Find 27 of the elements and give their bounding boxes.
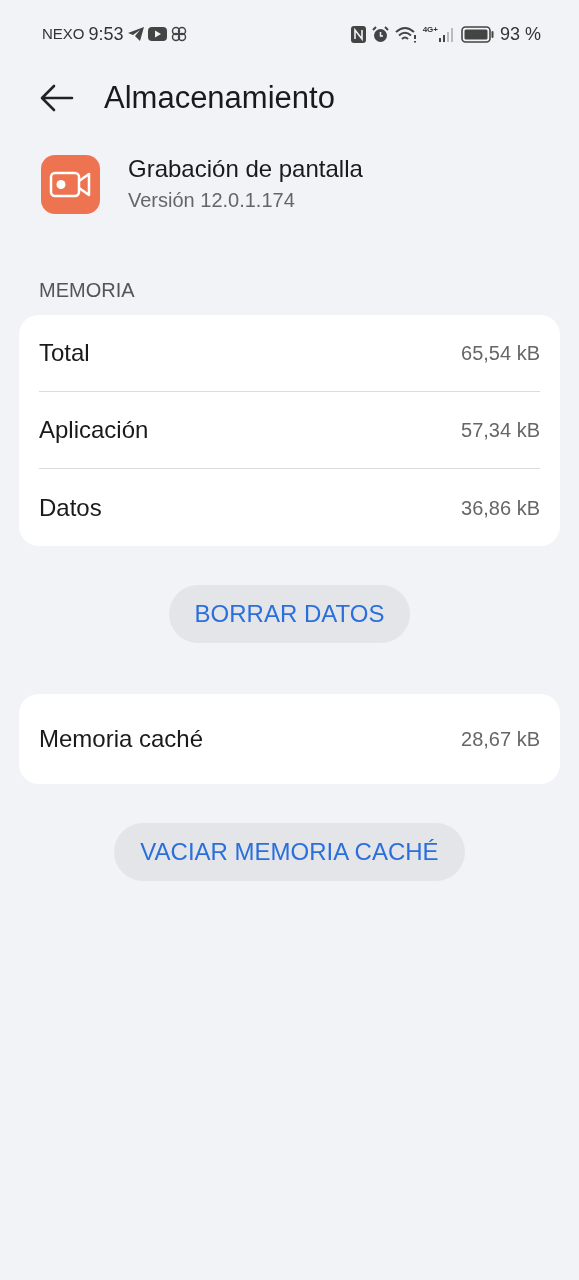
- row-label: Aplicación: [39, 415, 149, 445]
- app-name: Grabación de pantalla: [128, 154, 363, 184]
- video-camera-icon: [41, 154, 100, 214]
- carrier-name: NEXO: [42, 23, 85, 44]
- battery-percent: 93 %: [499, 22, 541, 46]
- alarm-icon: [371, 25, 389, 43]
- back-arrow-icon[interactable]: [40, 84, 74, 112]
- app-version: Versión 12.0.1.174: [128, 188, 296, 213]
- page-title: Almacenamiento: [104, 78, 335, 117]
- clear-data-button[interactable]: BORRAR DATOS: [168, 585, 411, 643]
- battery-icon: [460, 25, 494, 43]
- nfc-icon: [350, 25, 366, 43]
- signal-icon: [438, 26, 455, 42]
- wifi-icon: [394, 25, 417, 43]
- play-icon: [147, 27, 167, 41]
- row-label: Datos: [39, 492, 102, 523]
- row-value: 36,86 kB: [461, 495, 540, 521]
- row-value: 28,67 kB: [461, 727, 540, 752]
- network-type: 4G+: [422, 26, 438, 34]
- paper-plane-icon: [127, 27, 144, 41]
- section-title: MEMORIA: [39, 278, 136, 303]
- row-value: 57,34 kB: [461, 418, 540, 443]
- row-label: Total: [39, 338, 90, 368]
- clear-cache-button[interactable]: VACIAR MEMORIA CACHÉ: [114, 823, 465, 881]
- row-value: 65,54 kB: [461, 341, 540, 366]
- row-label: Memoria caché: [39, 724, 204, 754]
- clock-time: 9:53: [88, 22, 124, 46]
